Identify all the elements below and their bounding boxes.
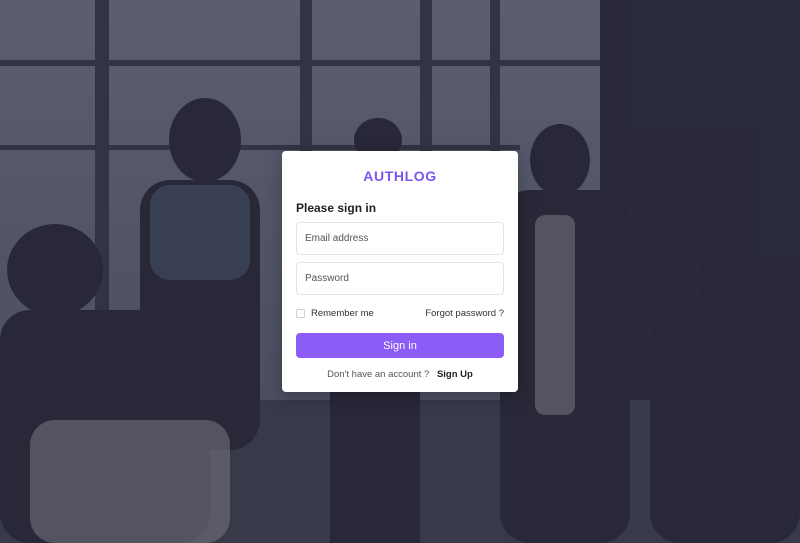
- signup-row: Don't have an account ? Sign Up: [296, 369, 504, 380]
- brand-logo: AUTHLOG: [363, 168, 437, 184]
- email-field[interactable]: [296, 222, 504, 255]
- options-row: Remember me Forgot password ?: [296, 306, 504, 320]
- login-card: AUTHLOG Please sign in Remember me Forgo…: [282, 151, 518, 392]
- forgot-password-link[interactable]: Forgot password ?: [425, 308, 504, 319]
- sign-in-button[interactable]: Sign in: [296, 333, 504, 358]
- password-field[interactable]: [296, 262, 504, 295]
- login-heading: Please sign in: [296, 201, 377, 215]
- remember-label: Remember me: [311, 307, 374, 319]
- sign-up-link[interactable]: Sign Up: [437, 369, 473, 380]
- remember-checkbox[interactable]: [296, 308, 305, 318]
- remember-me[interactable]: Remember me: [296, 308, 374, 319]
- no-account-text: Don't have an account ?: [327, 369, 430, 380]
